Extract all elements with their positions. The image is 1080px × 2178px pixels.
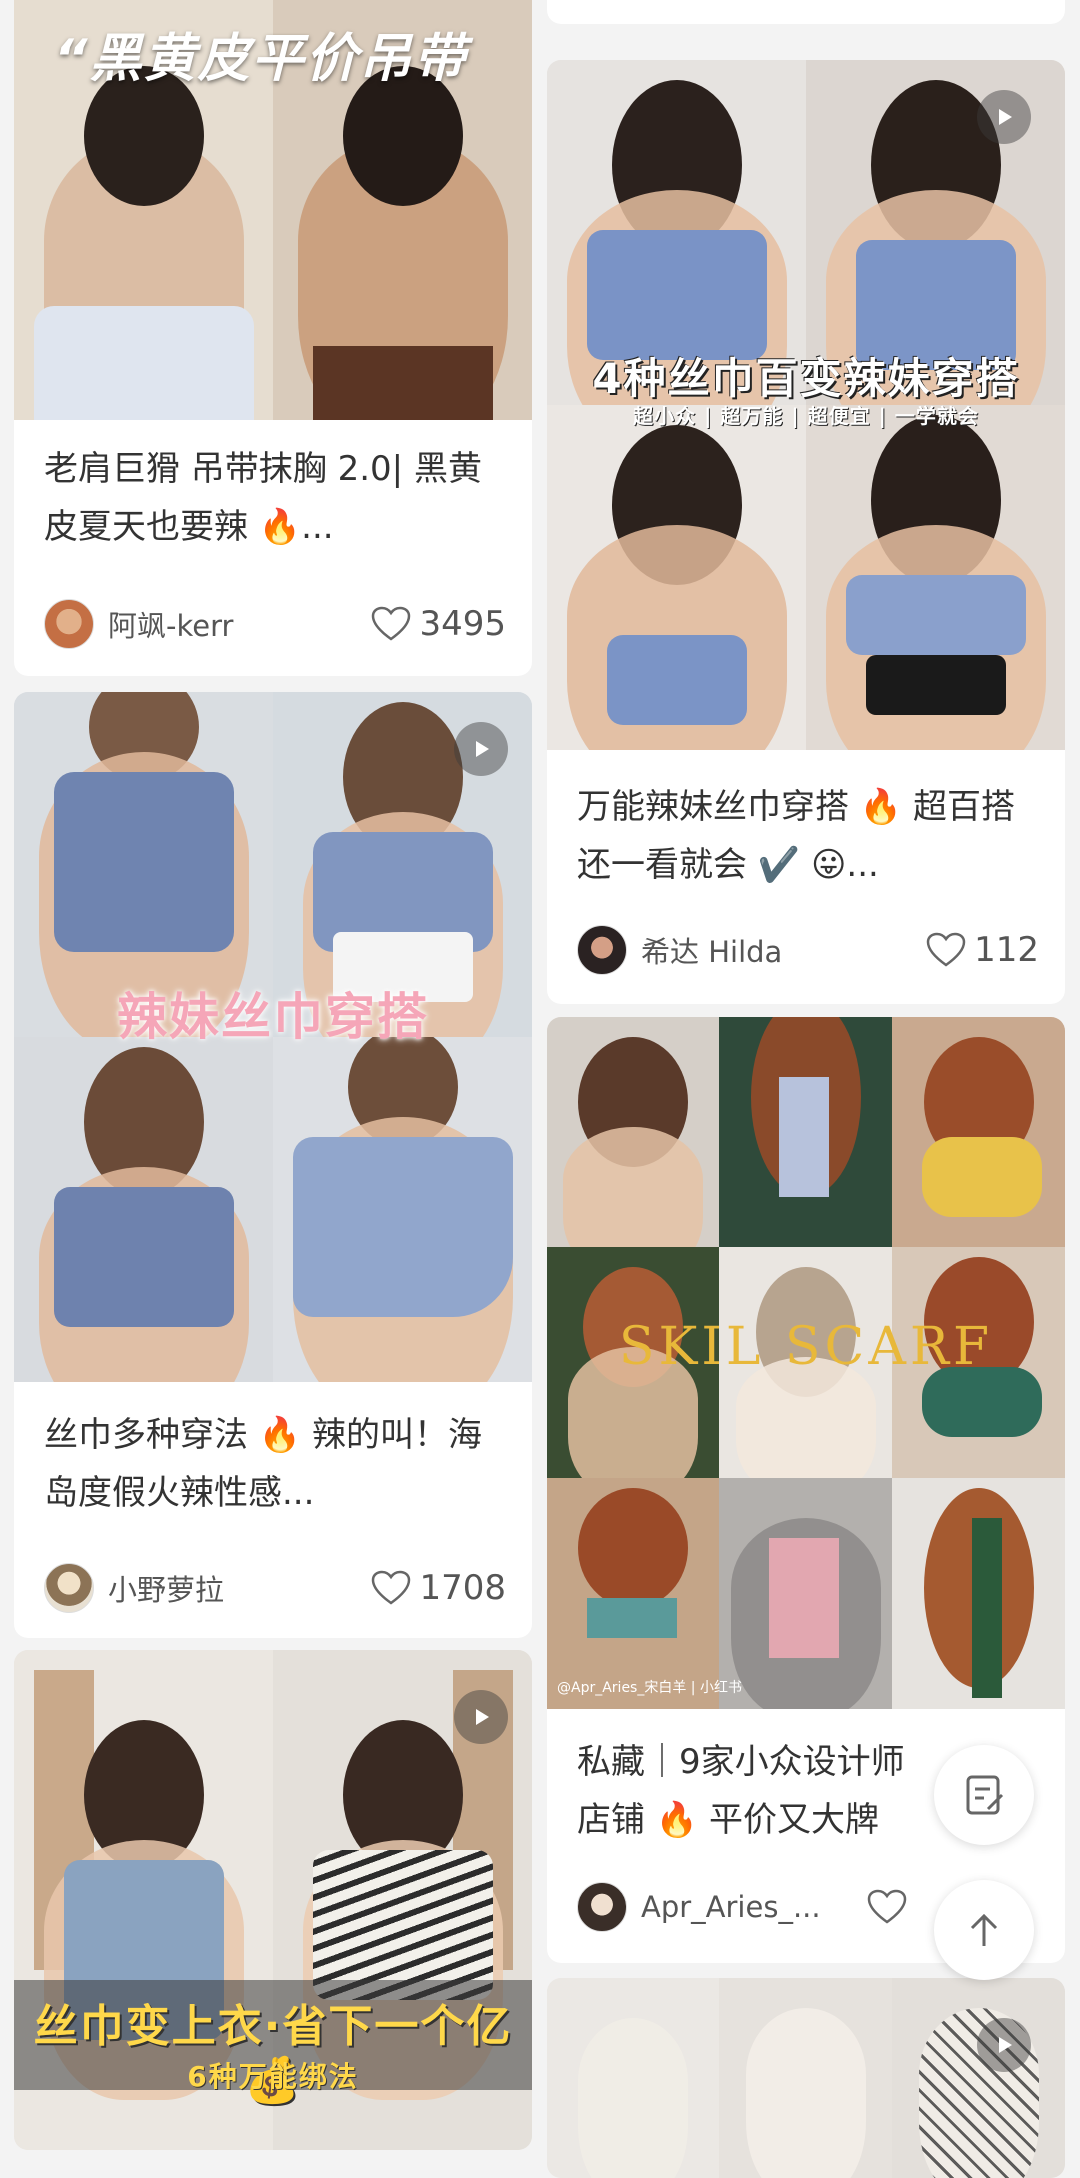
- note-title: 老肩巨猾 吊带抹胸 2.0| 黑黄皮夏天也要辣 🔥...: [44, 449, 482, 547]
- note-card[interactable]: “黑黄皮平价吊带 老肩巨猾 吊带抹胸 2.0| 黑黄皮夏天也要辣 🔥... 阿飒…: [14, 0, 532, 676]
- like-button[interactable]: 112: [926, 930, 1039, 970]
- author-avatar[interactable]: [44, 599, 94, 649]
- like-button[interactable]: 3495: [371, 604, 506, 644]
- author-avatar[interactable]: [44, 1563, 94, 1613]
- note-title: 万能辣妹丝巾穿搭 🔥 超百搭还一看就会 ✔️ 😛...: [577, 787, 1015, 885]
- video-indicator: [454, 1690, 508, 1744]
- note-cover-image: “黑黄皮平价吊带: [14, 0, 532, 420]
- play-icon: [476, 741, 489, 757]
- author-name[interactable]: 希达 Hilda: [641, 929, 914, 971]
- note-cover-image: [547, 1978, 1065, 2178]
- note-cover-image: SKIL SCARF @Apr_Aries_宋白羊 | 小红书: [547, 1017, 1065, 1709]
- note-cover-image: 4种丝巾百变辣妹穿搭 超小众 | 超万能 | 超便宜 | 一学就会: [547, 60, 1065, 750]
- video-indicator: [977, 90, 1031, 144]
- like-button[interactable]: 1708: [371, 1568, 506, 1608]
- like-count: 3495: [419, 604, 506, 644]
- play-icon: [999, 2037, 1012, 2053]
- play-icon: [476, 1709, 489, 1725]
- note-card[interactable]: [547, 1978, 1065, 2178]
- author-avatar[interactable]: [577, 1882, 627, 1932]
- compose-icon: [966, 1775, 1004, 1815]
- heart-outline-icon: [372, 1570, 411, 1605]
- note-card[interactable]: 丝巾变上衣·省下一个亿💰 6种万能绑法: [14, 1650, 532, 2150]
- note-meta: 希达 Hilda 112: [577, 922, 1039, 978]
- cover-caption: SKIL SCARF: [618, 1317, 994, 1377]
- author-name[interactable]: Apr_Aries_...: [641, 1890, 855, 1924]
- cover-subcaption: 6种万能绑法: [187, 2060, 359, 2093]
- note-card[interactable]: 4种丝巾百变辣妹穿搭 超小众 | 超万能 | 超便宜 | 一学就会 万能辣妹丝巾…: [547, 60, 1065, 1004]
- compose-button[interactable]: [934, 1745, 1034, 1845]
- note-meta: 阿飒-kerr 3495: [44, 596, 506, 652]
- heart-outline-icon: [372, 606, 411, 641]
- back-to-top-button[interactable]: [934, 1880, 1034, 1980]
- video-indicator: [977, 2018, 1031, 2072]
- heart-outline-icon: [867, 1889, 907, 1924]
- note-meta: 小野萝拉 1708: [44, 1560, 506, 1616]
- play-icon: [999, 109, 1012, 125]
- cover-subcaption: 超小众 | 超万能 | 超便宜 | 一学就会: [633, 404, 979, 428]
- author-avatar[interactable]: [577, 925, 627, 975]
- arrow-up-icon: [970, 1913, 998, 1946]
- video-indicator: [454, 722, 508, 776]
- note-card-partial[interactable]: [547, 0, 1065, 24]
- note-title: 私藏｜9家小众设计师店铺 🔥 平价又大牌: [577, 1742, 905, 1840]
- note-cover-image: 丝巾变上衣·省下一个亿💰 6种万能绑法: [14, 1650, 532, 2150]
- like-button[interactable]: [867, 1889, 915, 1925]
- heart-outline-icon: [926, 932, 966, 967]
- cover-caption: 4种丝巾百变辣妹穿搭: [592, 354, 1020, 403]
- cover-caption: 辣妹丝巾穿搭: [117, 988, 429, 1046]
- note-card[interactable]: 辣妹丝巾穿搭 丝巾多种穿法 🔥 辣的叫！海岛度假火辣性感... 小野萝拉 170…: [14, 692, 532, 1638]
- cover-watermark: @Apr_Aries_宋白羊 | 小红书: [557, 1680, 742, 1696]
- author-name[interactable]: 阿飒-kerr: [108, 603, 359, 645]
- cover-caption: “黑黄皮平价吊带: [54, 29, 468, 89]
- note-title: 丝巾多种穿法 🔥 辣的叫！海岛度假火辣性感...: [44, 1415, 482, 1513]
- like-count: 112: [974, 930, 1039, 970]
- author-name[interactable]: 小野萝拉: [108, 1567, 359, 1609]
- note-meta: Apr_Aries_...: [577, 1879, 915, 1935]
- note-cover-image: 辣妹丝巾穿搭: [14, 692, 532, 1382]
- like-count: 1708: [419, 1568, 506, 1608]
